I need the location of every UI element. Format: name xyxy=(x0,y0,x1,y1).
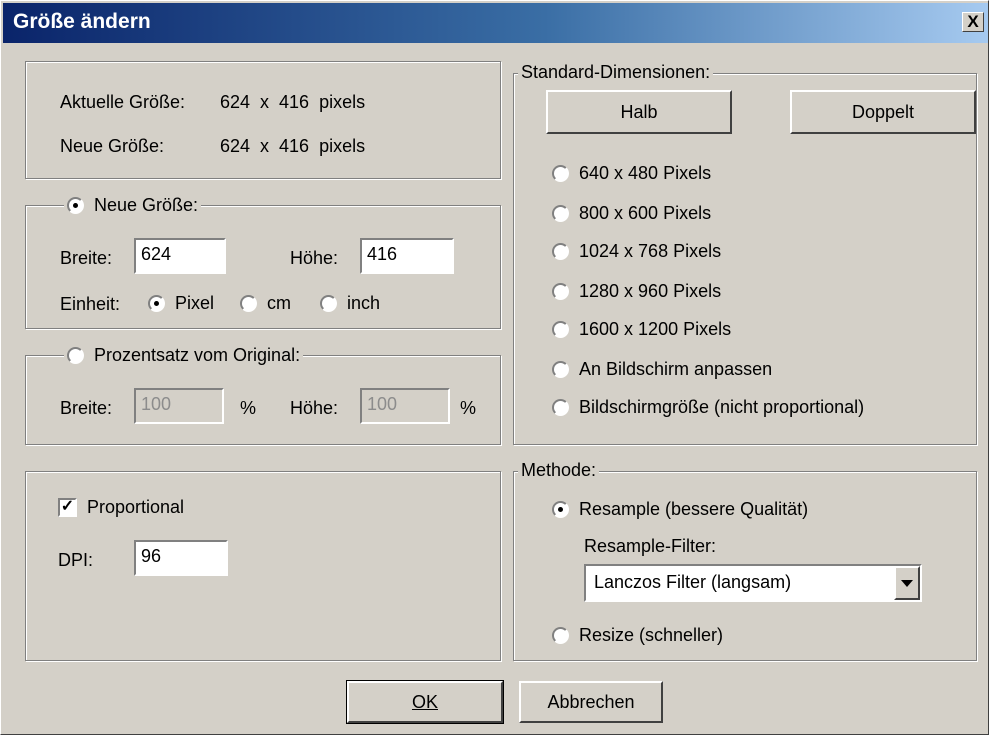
dim-option-label: 1024 x 768 Pixels xyxy=(579,240,722,261)
filter-select[interactable]: Lanczos Filter (langsam) xyxy=(584,564,922,602)
unit-pixel-label: Pixel xyxy=(175,292,215,313)
dim-option-1280[interactable]: 1280 x 960 Pixels xyxy=(552,280,721,302)
dim-option-label: An Bildschirm anpassen xyxy=(579,358,773,379)
proportional-group: ✓ Proportional DPI: 96 xyxy=(25,471,501,661)
radio-icon xyxy=(240,294,257,312)
dpi-label: DPI: xyxy=(58,550,94,570)
radio-icon xyxy=(552,398,569,416)
cancel-button-label: Abbrechen xyxy=(547,692,635,712)
resample-radio[interactable]: Resample (bessere Qualität) xyxy=(552,498,808,520)
new-size-label: Neue Größe: xyxy=(60,136,165,156)
half-button[interactable]: Halb xyxy=(546,90,732,134)
standard-dimensions-legend: Standard-Dimensionen: xyxy=(518,62,714,83)
percent-height-input[interactable]: 100 xyxy=(360,388,450,424)
width-label: Breite: xyxy=(60,248,113,268)
unit-inch-label: inch xyxy=(347,292,381,313)
unit-cm-radio[interactable]: cm xyxy=(240,292,291,314)
ok-button[interactable]: OK xyxy=(346,680,504,724)
height-label: Höhe: xyxy=(290,248,339,268)
cancel-button[interactable]: Abbrechen xyxy=(519,681,663,723)
size-info-group: Aktuelle Größe: 624 x 416 pixels Neue Gr… xyxy=(25,61,501,179)
current-size-label: Aktuelle Größe: xyxy=(60,92,186,112)
dim-option-label: 800 x 600 Pixels xyxy=(579,202,712,223)
resample-label: Resample (bessere Qualität) xyxy=(579,498,809,519)
unit-cm-label: cm xyxy=(267,292,291,313)
unit-inch-radio[interactable]: inch xyxy=(320,292,380,314)
proportional-checkbox[interactable]: ✓ Proportional xyxy=(58,496,184,518)
resize-radio[interactable]: Resize (schneller) xyxy=(552,624,723,646)
new-size-radio[interactable]: Neue Größe: xyxy=(64,194,202,216)
dim-option-640[interactable]: 640 x 480 Pixels xyxy=(552,162,711,184)
chevron-down-icon[interactable] xyxy=(894,566,920,600)
radio-icon xyxy=(552,242,569,260)
current-size-value: 624 x 416 pixels xyxy=(220,92,366,112)
percent-height-label: Höhe: xyxy=(290,398,339,418)
radio-icon xyxy=(552,164,569,182)
radio-icon xyxy=(552,360,569,378)
new-size-value: 624 x 416 pixels xyxy=(220,136,366,156)
resize-dialog: Größe ändern X Aktuelle Größe: 624 x 416… xyxy=(0,0,989,735)
double-button-label: Doppelt xyxy=(851,102,915,122)
ok-button-label: OK xyxy=(411,692,438,712)
method-legend: Methode: xyxy=(518,460,600,481)
radio-icon xyxy=(552,282,569,300)
width-input[interactable]: 624 xyxy=(134,238,226,274)
method-group: Methode: Resample (bessere Qualität) Res… xyxy=(513,460,977,661)
percent-width-label: Breite: xyxy=(60,398,113,418)
unit-pixel-radio[interactable]: Pixel xyxy=(148,292,214,314)
close-button[interactable]: X xyxy=(962,12,984,32)
dpi-input[interactable]: 96 xyxy=(134,540,228,576)
height-input[interactable]: 416 xyxy=(360,238,454,274)
percent-height-unit: % xyxy=(460,398,477,418)
check-icon: ✓ xyxy=(58,497,77,517)
radio-icon xyxy=(552,500,569,518)
double-button[interactable]: Doppelt xyxy=(790,90,976,134)
radio-icon xyxy=(67,196,84,214)
percent-width-unit: % xyxy=(240,398,257,418)
radio-icon xyxy=(148,294,165,312)
dim-option-1600[interactable]: 1600 x 1200 Pixels xyxy=(552,318,731,340)
radio-icon xyxy=(320,294,337,312)
dim-option-label: 1600 x 1200 Pixels xyxy=(579,318,732,339)
half-button-label: Halb xyxy=(620,102,658,122)
unit-label: Einheit: xyxy=(60,294,121,314)
resize-label: Resize (schneller) xyxy=(579,624,724,645)
filter-label: Resample-Filter: xyxy=(584,536,717,556)
dim-option-800[interactable]: 800 x 600 Pixels xyxy=(552,202,711,224)
new-size-group: Neue Größe: Breite: 624 Höhe: 416 Einhei… xyxy=(25,194,501,329)
new-size-radio-label: Neue Größe: xyxy=(94,194,199,215)
proportional-label: Proportional xyxy=(87,496,185,517)
radio-icon xyxy=(552,320,569,338)
radio-icon xyxy=(67,346,84,364)
dim-option-1024[interactable]: 1024 x 768 Pixels xyxy=(552,240,721,262)
percent-radio-label: Prozentsatz vom Original: xyxy=(94,344,301,365)
percent-width-input[interactable]: 100 xyxy=(134,388,224,424)
dim-option-fit-screen[interactable]: An Bildschirm anpassen xyxy=(552,358,772,380)
dim-option-screen-size[interactable]: Bildschirmgröße (nicht proportional) xyxy=(552,396,864,418)
title-bar: Größe ändern X xyxy=(3,3,988,43)
filter-select-value: Lanczos Filter (langsam) xyxy=(594,572,792,592)
percent-group: Prozentsatz vom Original: Breite: 100 % … xyxy=(25,344,501,445)
dim-option-label: Bildschirmgröße (nicht proportional) xyxy=(579,396,865,417)
radio-icon xyxy=(552,204,569,222)
dim-option-label: 1280 x 960 Pixels xyxy=(579,280,722,301)
dim-option-label: 640 x 480 Pixels xyxy=(579,162,712,183)
dialog-title: Größe ändern xyxy=(13,10,151,33)
radio-icon xyxy=(552,626,569,644)
percent-radio[interactable]: Prozentsatz vom Original: xyxy=(64,344,304,366)
standard-dimensions-group: Standard-Dimensionen: Halb Doppelt 640 x… xyxy=(513,62,977,445)
